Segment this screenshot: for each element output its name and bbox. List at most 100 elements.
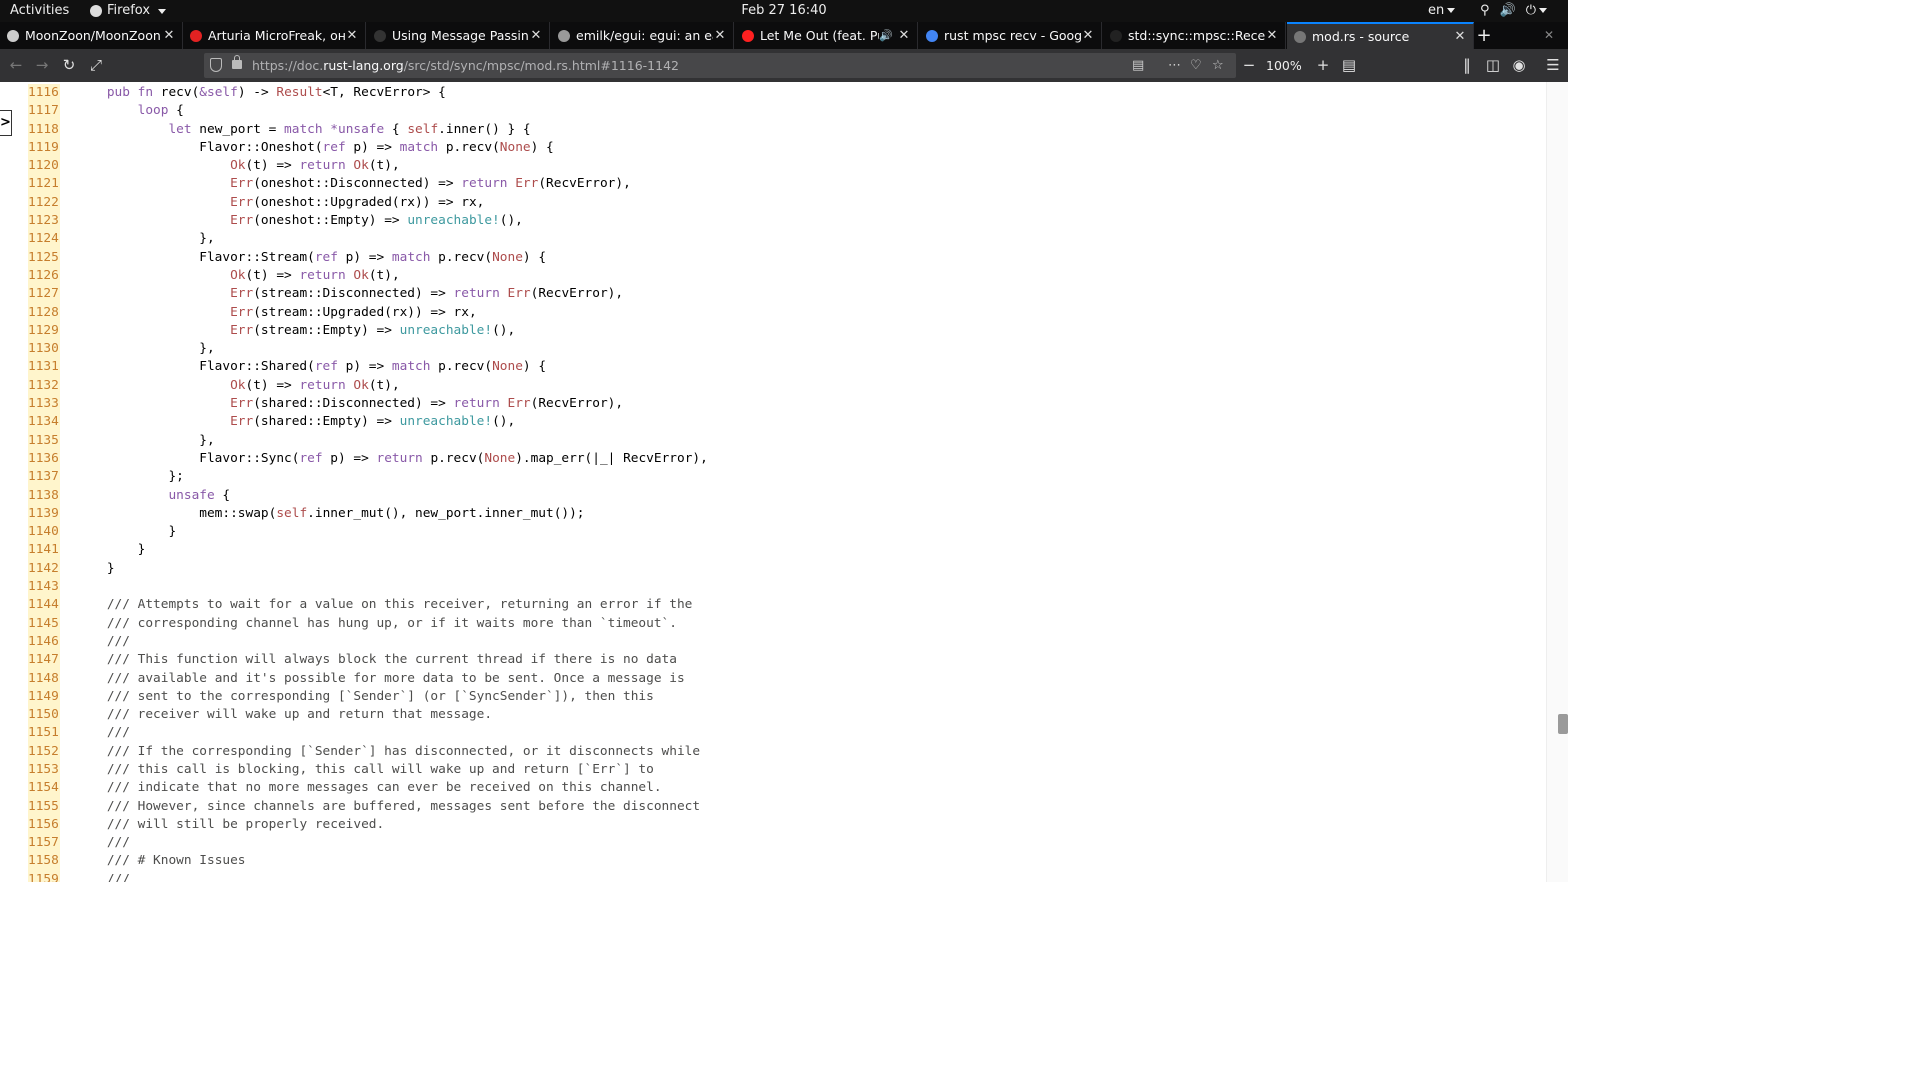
line-number[interactable]: 1126	[28, 266, 60, 286]
close-tab-icon[interactable]: ✕	[1265, 28, 1279, 43]
line-number[interactable]: 1145	[28, 614, 60, 633]
browser-tab[interactable]: Arturia MicroFreak, онла✕	[183, 22, 366, 49]
tracking-protection-icon[interactable]	[210, 58, 222, 72]
reload-icon[interactable]: ↻	[56, 49, 82, 82]
line-number[interactable]: 1125	[28, 248, 60, 267]
close-tab-icon[interactable]: ✕	[1453, 29, 1467, 44]
line-number[interactable]: 1147	[28, 651, 60, 670]
line-number[interactable]: 1155	[28, 797, 60, 816]
line-number[interactable]: 1154	[28, 779, 60, 798]
line-number[interactable]: 1130	[28, 340, 60, 359]
line-number[interactable]: 1120	[28, 157, 60, 176]
line-number[interactable]: 1116	[28, 84, 60, 103]
line-number[interactable]: 1151	[28, 724, 60, 743]
line-number[interactable]: 1117	[28, 102, 60, 121]
line-number[interactable]: 1121	[28, 175, 60, 194]
tab-list-button[interactable]: ✕	[1544, 22, 1554, 49]
fullscreen-icon[interactable]: ⤢	[83, 49, 109, 82]
code-line: 1148 /// available and it's possible for…	[12, 669, 1542, 688]
line-number[interactable]: 1153	[28, 760, 60, 780]
line-number[interactable]: 1133	[28, 395, 60, 414]
url-text[interactable]: https://doc.rust-lang.org/src/std/sync/m…	[252, 53, 679, 78]
code-line: 1150 /// receiver will wake up and retur…	[12, 706, 1542, 725]
sidebar-toggle-button[interactable]: >	[0, 110, 12, 136]
line-number[interactable]: 1119	[28, 138, 60, 158]
browser-tab[interactable]: Let Me Out (feat. Push🔊 ✕	[735, 22, 918, 49]
screenshot-icon[interactable]: ▤	[1336, 49, 1362, 82]
zoom-level[interactable]: 100%	[1266, 49, 1302, 82]
code-text: },	[76, 341, 215, 357]
tab-title: mod.rs - source	[1312, 29, 1410, 44]
line-number[interactable]: 1158	[28, 852, 60, 871]
lock-icon[interactable]	[232, 55, 242, 69]
line-number[interactable]: 1146	[28, 632, 60, 652]
browser-tab[interactable]: emilk/egui: egui: an easy-✕	[551, 22, 734, 49]
close-tab-icon[interactable]: ✕	[713, 28, 727, 43]
line-number[interactable]: 1157	[28, 834, 60, 853]
reader-view-icon[interactable]: ▤	[1132, 53, 1144, 78]
line-number[interactable]: 1122	[28, 193, 60, 213]
pocket-icon[interactable]: ♡	[1190, 53, 1202, 78]
line-number[interactable]: 1143	[28, 578, 60, 597]
close-tab-icon[interactable]: ✕	[897, 28, 911, 43]
code-line: 1158 /// # Known Issues	[12, 852, 1542, 871]
scrollbar-thumb[interactable]	[1558, 714, 1568, 734]
line-number[interactable]: 1142	[28, 559, 60, 579]
line-number[interactable]: 1124	[28, 230, 60, 249]
account-icon[interactable]: ◉	[1506, 49, 1532, 82]
line-number[interactable]: 1123	[28, 212, 60, 231]
hamburger-menu-icon[interactable]: ☰	[1540, 49, 1566, 82]
browser-tab[interactable]: std::sync::mpsc::Receiver✕	[1103, 22, 1286, 49]
close-tab-icon[interactable]: ✕	[345, 28, 359, 43]
line-number[interactable]: 1156	[28, 815, 60, 835]
url-bar[interactable]: https://doc.rust-lang.org/src/std/sync/m…	[204, 53, 1236, 78]
code-line: 1137 };	[12, 468, 1542, 487]
line-number[interactable]: 1140	[28, 523, 60, 542]
forward-icon[interactable]: →	[29, 49, 55, 82]
zoom-in-icon[interactable]: +	[1310, 49, 1336, 82]
line-number[interactable]: 1127	[28, 285, 60, 304]
app-menu[interactable]: Firefox	[90, 0, 167, 22]
zoom-out-icon[interactable]: −	[1236, 49, 1262, 82]
line-number[interactable]: 1138	[28, 486, 60, 505]
line-number[interactable]: 1128	[28, 303, 60, 322]
system-tray[interactable]: ⚲ 🔊 ⏻	[1480, 0, 1548, 22]
line-number[interactable]: 1136	[28, 449, 60, 469]
back-icon[interactable]: ←	[3, 49, 29, 82]
scrollbar-track[interactable]	[1546, 82, 1568, 882]
line-number[interactable]: 1139	[28, 504, 60, 524]
line-number[interactable]: 1134	[28, 413, 60, 432]
sidebar-icon[interactable]: ◫	[1480, 49, 1506, 82]
line-number[interactable]: 1149	[28, 687, 60, 707]
line-number[interactable]: 1150	[28, 706, 60, 725]
activities-button[interactable]: Activities	[10, 0, 69, 22]
browser-tab[interactable]: MoonZoon/MoonZoon: R✕	[0, 22, 183, 49]
line-number[interactable]: 1135	[28, 431, 60, 450]
line-number[interactable]: 1132	[28, 376, 60, 396]
line-number[interactable]: 1129	[28, 321, 60, 341]
new-tab-button[interactable]: +	[1474, 22, 1494, 49]
line-number[interactable]: 1118	[28, 120, 60, 139]
line-number[interactable]: 1137	[28, 468, 60, 487]
line-number[interactable]: 1152	[28, 742, 60, 761]
audio-playing-icon[interactable]: 🔊	[879, 29, 893, 42]
close-tab-icon[interactable]: ✕	[1081, 28, 1095, 43]
line-number[interactable]: 1141	[28, 541, 60, 560]
system-top-bar: Feb 27 16:40 Activities Firefox en ⚲ 🔊 ⏻	[0, 0, 1568, 22]
line-number[interactable]: 1131	[28, 358, 60, 377]
browser-tab[interactable]: mod.rs - source ✕	[1287, 22, 1474, 49]
close-tab-icon[interactable]: ✕	[529, 28, 543, 43]
browser-tab[interactable]: Using Message Passing to✕	[367, 22, 550, 49]
line-number[interactable]: 1148	[28, 669, 60, 688]
browser-tab[interactable]: rust mpsc recv - Google S✕	[919, 22, 1102, 49]
library-icon[interactable]: ‖	[1454, 49, 1480, 82]
close-tab-icon[interactable]: ✕	[162, 28, 176, 43]
clock[interactable]: Feb 27 16:40	[0, 0, 1568, 22]
language-indicator[interactable]: en	[1428, 0, 1456, 22]
bookmark-star-icon[interactable]: ☆	[1212, 53, 1224, 78]
line-number[interactable]: 1144	[28, 596, 60, 615]
code-text: Flavor::Oneshot(ref p) => match p.recv(N…	[76, 139, 554, 155]
line-number[interactable]: 1159	[28, 870, 60, 882]
page-actions-icon[interactable]: ⋯	[1168, 53, 1181, 78]
code-line: 1122 Err(oneshot::Upgraded(rx)) => rx,	[12, 193, 1542, 213]
